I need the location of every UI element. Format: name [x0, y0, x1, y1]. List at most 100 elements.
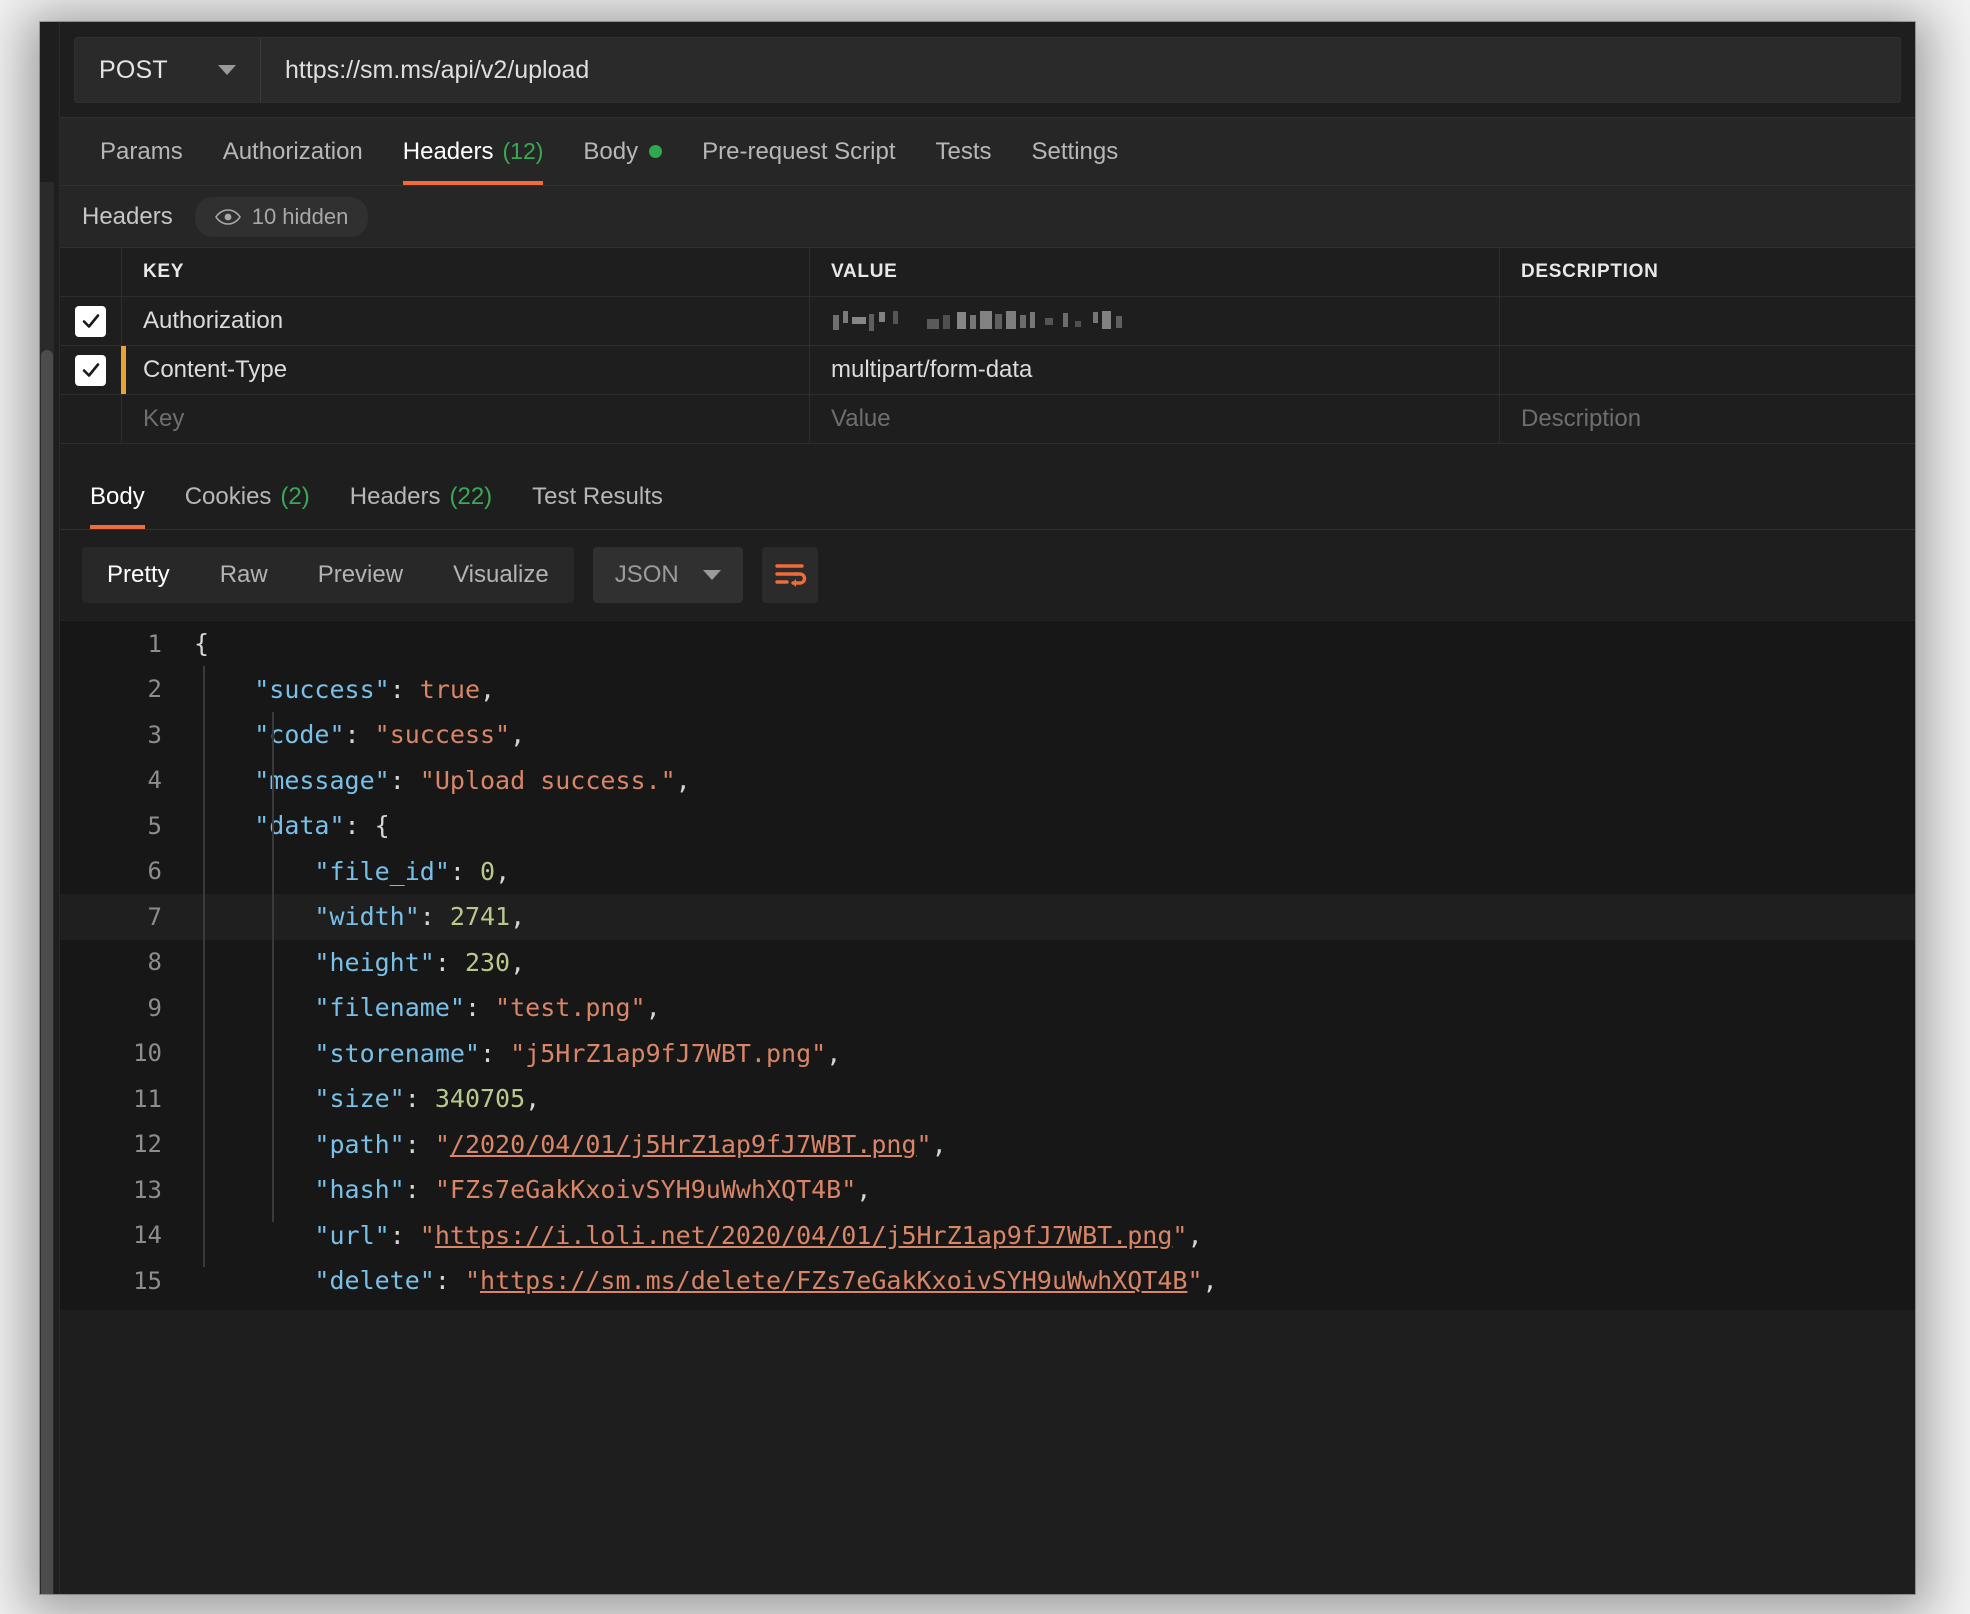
request-url-input[interactable] [261, 38, 1900, 102]
tab-headers[interactable]: Headers (12) [383, 118, 564, 185]
line-number: 5 [147, 811, 162, 840]
response-tab-headers[interactable]: Headers (22) [330, 464, 512, 529]
response-tab-body[interactable]: Body [70, 464, 165, 529]
tab-settings[interactable]: Settings [1012, 118, 1139, 185]
response-body-code[interactable]: 1{2 "success": true, 3 "code": "success",… [60, 620, 1915, 1310]
code-token: "width" [314, 902, 420, 932]
code-token: "message" [254, 765, 390, 795]
table-row[interactable]: Authorization [60, 297, 1915, 346]
code-line: 11 "size": 340705, [60, 1076, 1915, 1122]
request-tabs: Params Authorization Headers (12) Body P… [60, 118, 1915, 186]
line-number: 10 [133, 1039, 162, 1068]
line-number: 3 [147, 720, 162, 749]
code-line: 6 "file_id": 0, [60, 849, 1915, 895]
view-mode-raw[interactable]: Raw [195, 547, 293, 603]
code-token: "size" [314, 1084, 405, 1114]
code-line: 15 "delete": "https://sm.ms/delete/FZs7e… [60, 1258, 1915, 1304]
code-token: " [434, 1129, 450, 1159]
code-token: "success" [374, 720, 511, 750]
row-value-cell[interactable]: multipart/form-data [810, 346, 1500, 394]
code-line-text: { [185, 629, 209, 658]
header-col-value: VALUE [810, 248, 1500, 296]
code-line-text: "message": "Upload success.", [185, 766, 691, 795]
code-token: "code" [254, 720, 345, 750]
redacted-value-blur [833, 311, 1122, 331]
response-tab-headers-label: Headers [349, 482, 441, 510]
view-mode-preview-label: Preview [317, 561, 404, 588]
code-token: "path" [314, 1129, 405, 1159]
tab-params[interactable]: Params [80, 118, 203, 185]
hidden-headers-toggle[interactable]: 10 hidden [194, 196, 369, 237]
table-row-new[interactable]: Key Value Description [60, 395, 1915, 444]
view-mode-visualize[interactable]: Visualize [428, 547, 574, 603]
table-row[interactable]: Content-Type multipart/form-data [60, 346, 1915, 395]
tab-body[interactable]: Body [563, 118, 682, 185]
code-link[interactable]: https://sm.ms/delete/FZs7eGakKxoivSYH9uW… [480, 1266, 1187, 1295]
header-key-text: Authorization [143, 307, 284, 334]
code-token: , [856, 1175, 872, 1205]
code-token: "delete" [314, 1266, 435, 1296]
view-mode-raw-label: Raw [219, 561, 268, 588]
code-line-text: "url": "https://i.loli.net/2020/04/01/j5… [185, 1221, 1202, 1250]
response-tab-cookies[interactable]: Cookies (2) [165, 464, 330, 529]
code-token: , [645, 993, 661, 1023]
header-col-key: KEY [122, 248, 810, 296]
line-number: 1 [147, 629, 162, 658]
row-key-cell[interactable]: Authorization [122, 297, 810, 345]
response-tabs: Body Cookies (2) Headers (22) Test Resul… [60, 464, 1915, 530]
response-tab-test-results[interactable]: Test Results [512, 464, 683, 529]
code-token: " [916, 1129, 932, 1159]
tab-tests[interactable]: Tests [916, 118, 1012, 185]
word-wrap-button[interactable] [761, 547, 818, 603]
row-value-cell[interactable] [810, 297, 1500, 345]
new-value-cell[interactable]: Value [810, 395, 1500, 443]
code-token: : [480, 1038, 511, 1068]
row-checkbox-cell [60, 297, 122, 345]
row-description-cell[interactable] [1500, 297, 1915, 345]
line-number: 13 [133, 1175, 162, 1204]
code-line-text: "filename": "test.png", [185, 993, 661, 1023]
response-tab-cookies-label: Cookies [184, 482, 272, 510]
code-link[interactable]: /2020/04/01/j5HrZ1ap9fJ7WBT.png [450, 1130, 917, 1159]
new-key-cell[interactable]: Key [122, 395, 810, 443]
tab-pre-request-script[interactable]: Pre-request Script [682, 118, 915, 185]
code-token: " [464, 1266, 481, 1296]
indent-guide [203, 666, 205, 1267]
code-token: : [344, 720, 375, 750]
view-mode-preview[interactable]: Preview [293, 547, 428, 603]
row-enabled-checkbox[interactable] [75, 354, 106, 386]
code-line-text: "hash": "FZs7eGakKxoivSYH9uWwhXQT4B", [185, 1175, 871, 1204]
code-line: 7 "width": 2741, [60, 894, 1915, 940]
code-token: , [525, 1084, 541, 1114]
column-header-description: DESCRIPTION [1521, 261, 1659, 282]
view-mode-pretty-label: Pretty [107, 561, 170, 588]
code-link[interactable]: https://i.loli.net/2020/04/01/j5HrZ1ap9f… [435, 1221, 1173, 1250]
vertical-scrollbar-track[interactable] [40, 182, 54, 1594]
response-format-select[interactable]: JSON [592, 547, 743, 603]
new-description-cell[interactable]: Description [1500, 395, 1915, 443]
code-token: : [419, 902, 450, 932]
code-line-text: "success": true, [185, 675, 495, 704]
vertical-scrollbar-thumb[interactable] [41, 350, 53, 1594]
code-token: : [434, 1266, 465, 1296]
code-token: 0 [480, 856, 496, 886]
line-number: 14 [133, 1221, 162, 1250]
new-value-placeholder: Value [831, 405, 891, 432]
header-value-text: multipart/form-data [831, 356, 1033, 383]
row-description-cell[interactable] [1500, 346, 1915, 394]
tab-authorization[interactable]: Authorization [203, 118, 383, 185]
row-key-cell[interactable]: Content-Type [121, 346, 810, 394]
view-mode-pretty[interactable]: Pretty [82, 547, 195, 603]
line-number: 7 [147, 902, 162, 931]
body-present-dot-icon [649, 145, 663, 158]
http-method-select[interactable]: POST [75, 38, 261, 102]
row-enabled-checkbox[interactable] [75, 305, 106, 337]
tab-tests-label: Tests [935, 137, 992, 165]
code-line: 8 "height": 230, [60, 940, 1915, 986]
response-tab-headers-count: (22) [449, 482, 493, 510]
code-line: 3 "code": "success", [60, 712, 1915, 758]
